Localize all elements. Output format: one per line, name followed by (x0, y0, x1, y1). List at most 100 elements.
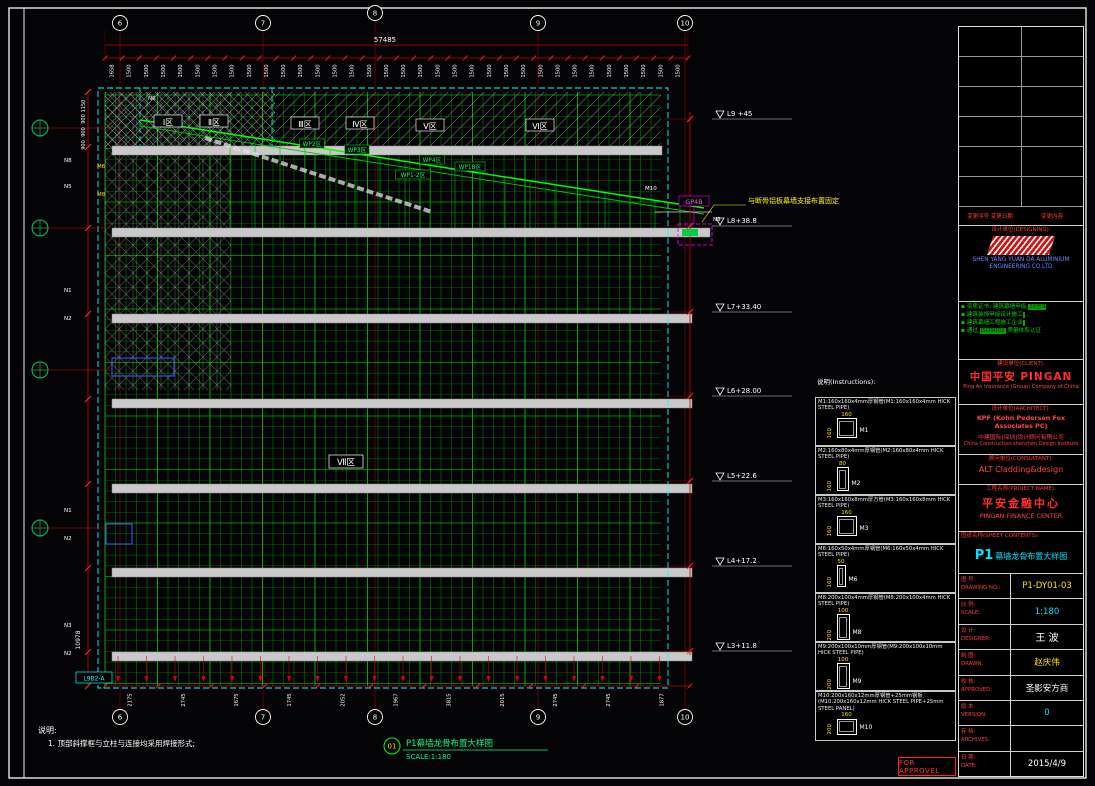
cert-line: ▪建筑装饰甲级设计施工 (961, 311, 1081, 319)
section-sketch: 200100M8 (828, 609, 953, 641)
anchor-arrow (116, 676, 120, 682)
sheet-name-rest: 幕墙龙骨布置大样图 (995, 552, 1067, 561)
schedule-item-M1: M1:160x160x4mm厚钢管(M1:160x160x4mm HICK ST… (815, 397, 956, 446)
cert-line: ▪建筑幕墙工程施工企业 (961, 319, 1081, 327)
level-symbol (716, 111, 724, 118)
schedule-item-label: M2:160x80x4mm厚钢管(M2:160x80x4mm HICK STEE… (818, 448, 953, 461)
dim-top: 1500 (435, 64, 441, 77)
grid-bubble-label: 9 (536, 714, 540, 722)
tube-section-icon (837, 516, 857, 536)
dim-top: 1500 (367, 64, 373, 77)
level-symbol (716, 304, 724, 311)
dim-top: 1500 (607, 64, 613, 77)
cert-line: ▪资质证书: 建筑幕墙甲级 16号9 (961, 303, 1081, 311)
schedule-item-M6: M6:160x50x4mm厚钢管(M6:160x50x4mm HICK STEE… (815, 544, 956, 593)
design-firm-section: 设计单位(DESIGNING): SHEN YANG YUAN DA ALUMI… (959, 226, 1083, 302)
approved-value: 圣影安方商 (1011, 676, 1083, 700)
revision-row (959, 57, 1083, 87)
section-sketch: 200100M9 (828, 658, 953, 690)
grid-bubble-label: 7 (261, 20, 265, 28)
tube-section-icon (837, 614, 850, 640)
sheet-name-label: 图纸名称(SHEET CONTENTS): (961, 533, 1081, 540)
revision-header: 变更序号 变更日期 变更内容 (959, 207, 1083, 225)
approval-stamp: FOR APPROVEL (898, 757, 956, 776)
member-tag: M10 (645, 186, 657, 192)
schedule-item-M2: M2:160x80x4mm厚钢管(M2:160x80x4mm HICK STEE… (815, 446, 956, 495)
level-symbol (716, 388, 724, 395)
member-tag: M6 (849, 576, 858, 583)
schedule-item-M9: M9:200x100x10mm厚钢管(M9:200x100x10mm HICK … (815, 642, 956, 691)
revision-header-left: 变更序号 变更日期 (959, 212, 1021, 220)
dim-bottom: 1675 (234, 693, 240, 706)
member-tag: N1 (64, 508, 72, 514)
client-brand: 中国平安 PINGAN (961, 369, 1081, 384)
member-tag: N2 (64, 651, 72, 657)
dim-top: 1500 (487, 64, 493, 77)
dim-top: 1658 (110, 64, 116, 77)
drawing-no-value: P1-DY01-03 (1011, 574, 1083, 598)
wp-label: WP1-2区 (401, 172, 426, 179)
dim-left: 900 (81, 114, 87, 124)
level-label: L3+11.8 (727, 642, 757, 650)
grid-bubble-label: 10 (681, 714, 690, 722)
architect-ccdi-en: China Construction shenzhen Design Insti… (961, 441, 1081, 447)
anchor-arrow (572, 676, 576, 682)
member-tag: M10 (860, 724, 873, 731)
member-tag: M6 (97, 164, 106, 170)
dim-top: 1500 (161, 64, 167, 77)
floor-slab (112, 228, 710, 237)
row-date: 日 期:DATE: 2015/4/9 (959, 752, 1083, 776)
architect-ccdi-cn: 中建国际(深圳)设计顾问有限公司 (961, 432, 1081, 441)
dim-bottom: 1745 (287, 693, 293, 706)
anchor-arrow (344, 676, 348, 682)
section-sketch: 200160M10 (828, 713, 953, 735)
schedule-item-label: M3:160x160x8mm厚方管(M3:160x160x8mm HICK ST… (818, 497, 953, 510)
grid-bubble-label: 9 (536, 20, 540, 28)
dim-top: 1500 (675, 64, 681, 77)
dim-bottom: 2745 (181, 693, 187, 706)
architect-kpf: KPF (Kohn Pedersen Fox Associates PC) (961, 414, 1081, 430)
tube-section-icon (837, 719, 857, 735)
row-drawing-no: 图 号:DRAWING NO.: P1-DY01-03 (959, 574, 1083, 599)
dim-top: 1500 (212, 64, 218, 77)
grid-bubble-label: 6 (118, 714, 123, 722)
revision-row (959, 177, 1083, 207)
dim-top: 1500 (264, 64, 270, 77)
anchor-arrow (202, 676, 206, 682)
dim-top: 1500 (555, 64, 561, 77)
tube-section-icon (837, 565, 846, 587)
member-tag: N5 (64, 184, 72, 190)
member-tag: M8 (97, 192, 106, 198)
schedule-item-label: M9:200x100x10mm厚钢管(M9:200x100x10mm HICK … (818, 644, 953, 657)
dim-top: 1500 (384, 64, 390, 77)
level-symbol (716, 558, 724, 565)
sketch-dim-left: 200 (828, 630, 834, 641)
dim-top: 1500 (470, 64, 476, 77)
sketch-dim-left: 160 (828, 526, 834, 537)
row-scale: 比 例:SCALE: 1:180 (959, 599, 1083, 624)
row-designer: 设 计:DESIGNER: 王 波 (959, 625, 1083, 650)
drawn-value: 赵庆伟 (1011, 650, 1083, 674)
floor-slab (112, 146, 662, 155)
info-rows: 图 号:DRAWING NO.: P1-DY01-03 比 例:SCALE: 1… (959, 574, 1083, 776)
level-label: L4+17.2 (727, 557, 757, 565)
highlight-box (106, 524, 132, 544)
member-tag: N1 (64, 288, 72, 294)
architect-section: 设计单位(ARCHITECT): KPF (Kohn Pedersen Fox … (959, 405, 1083, 455)
level-label: L8+38.8 (727, 217, 757, 225)
dim-bottom: 1967 (394, 693, 400, 706)
sheet-name-prefix: P1 (975, 548, 994, 563)
dim-bottom: 2052 (340, 693, 346, 706)
wp-label: WP3区 (348, 147, 367, 154)
hatch-diag-zone (275, 92, 661, 148)
tube-section-icon (837, 663, 850, 689)
company-name-line1: SHEN YANG YUAN DA ALUMINIUM (961, 257, 1081, 264)
cert-line: ▪通过 ISO9002 质量体系认证 (961, 327, 1081, 335)
dim-bottom: 1877 (659, 693, 665, 706)
member-tag: N2 (64, 316, 72, 322)
revision-table: 变更序号 变更日期 变更内容 (959, 27, 1083, 226)
dim-top: 1500 (247, 64, 253, 77)
section-sketch: 160160M1 (828, 413, 953, 439)
floor-slab (112, 568, 692, 577)
row-version: 版 本:VERSION: 0 (959, 701, 1083, 726)
